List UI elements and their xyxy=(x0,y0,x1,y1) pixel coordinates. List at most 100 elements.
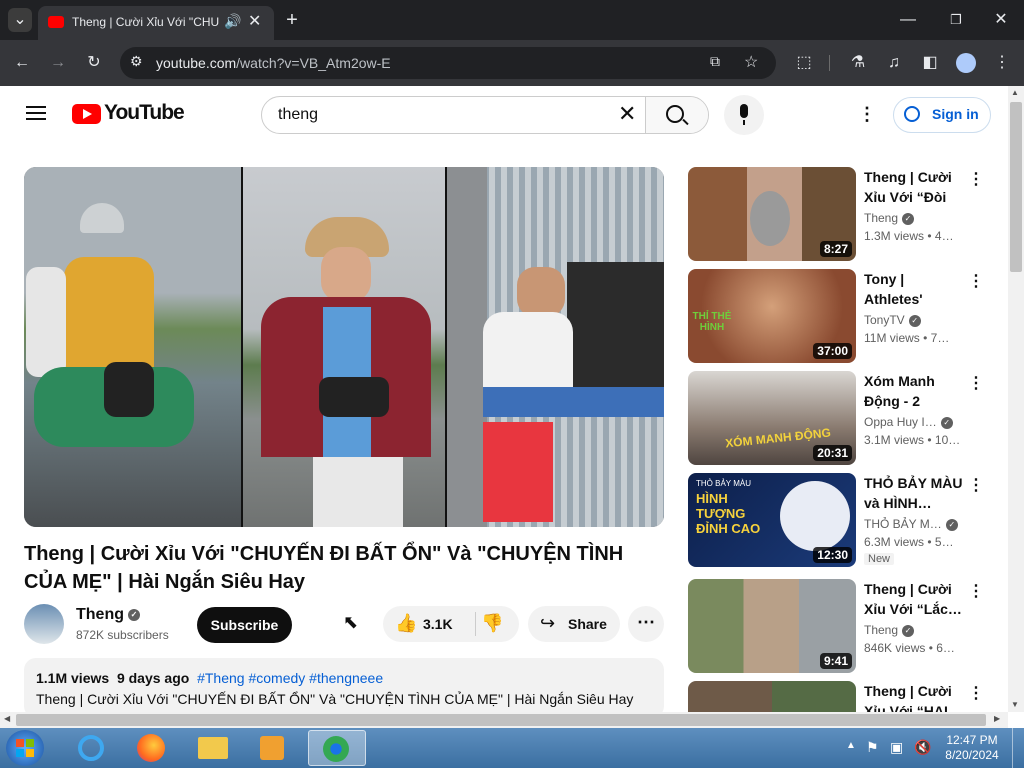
rec-more-icon[interactable]: ⋮ xyxy=(968,683,984,703)
taskbar-clock[interactable]: 12:47 PM 8/20/2024 xyxy=(942,733,1002,763)
thumb-overlay-text: THỈ THẺ HÌNH xyxy=(692,311,732,333)
address-url[interactable]: youtube.com/watch?v=VB_Atm2ow-E xyxy=(156,55,391,71)
search-button[interactable] xyxy=(645,97,708,133)
rec-age: 10… xyxy=(934,433,961,447)
recommendation-item[interactable]: XÓM MANH ĐỘNG 20:31 Xóm Manh Động - 2 Op… xyxy=(688,371,988,466)
sign-in-button[interactable]: Sign in xyxy=(893,97,991,133)
vertical-scroll-thumb[interactable] xyxy=(1010,102,1022,272)
show-desktop-button[interactable] xyxy=(1012,728,1024,768)
share-arrow-icon: ↪ xyxy=(540,613,556,633)
browser-tab[interactable]: Theng | Cười Xỉu Với "CHU 🔊 ✕ xyxy=(38,6,274,40)
back-button[interactable]: ← xyxy=(10,51,34,75)
settings-more-icon[interactable]: ⋮ xyxy=(858,104,876,125)
share-button[interactable]: ↪ Share xyxy=(528,606,620,642)
tab-close-icon[interactable]: ✕ xyxy=(248,11,261,31)
thumbnail[interactable]: THỈ THẺ HÌNH 37:00 xyxy=(688,269,856,363)
description-box[interactable]: 1.1M views 9 days ago #Theng #comedy #th… xyxy=(24,658,664,718)
rec-more-icon[interactable]: ⋮ xyxy=(968,373,984,393)
rec-meta: 1.3M views • 4… xyxy=(864,229,954,243)
recommendation-item[interactable]: 9:41 Theng | Cười Xỉu Với “Lắc… Theng ✓ 8… xyxy=(688,579,988,674)
window-minimize-button[interactable]: — xyxy=(896,8,920,32)
start-button[interactable] xyxy=(6,730,44,766)
guide-menu-icon[interactable] xyxy=(26,102,46,124)
like-count: 3.1K xyxy=(423,616,453,632)
network-icon[interactable]: ▣ xyxy=(890,739,903,756)
reload-button[interactable]: ↻ xyxy=(82,51,106,75)
recommendation-item[interactable]: THỈ THẺ HÌNH 37:00 Tony | Athletes' Musc… xyxy=(688,269,988,364)
rec-meta: 846K views • 6… xyxy=(864,641,955,655)
recommendation-item[interactable]: THỎ BẢY MÀU HÌNH TƯỢNG ĐỈNH CAO 12:30 TH… xyxy=(688,473,988,568)
video-player[interactable] xyxy=(24,167,664,527)
chrome-taskbar-button[interactable] xyxy=(308,730,366,766)
bookmark-star-icon[interactable]: ☆ xyxy=(744,52,758,72)
window-restore-button[interactable]: ❐ xyxy=(944,8,968,32)
verified-check-icon: ✓ xyxy=(902,624,915,637)
rec-channel-text: Theng xyxy=(864,623,899,637)
thumbnail[interactable]: THỎ BẢY MÀU HÌNH TƯỢNG ĐỈNH CAO 12:30 xyxy=(688,473,856,567)
horizontal-scroll-thumb[interactable] xyxy=(16,714,986,726)
recommendation-item[interactable]: 8:27 Theng | Cười Xỉu Với “Đòi Đ… Theng✓… xyxy=(688,167,988,262)
rec-more-icon[interactable]: ⋮ xyxy=(968,169,984,189)
internet-explorer-icon[interactable] xyxy=(66,731,116,765)
channel-name[interactable]: Theng ✓ xyxy=(76,606,140,624)
youtube-logo-icon[interactable] xyxy=(72,104,101,124)
rec-more-icon[interactable]: ⋮ xyxy=(968,271,984,291)
volume-muted-icon[interactable]: 🔇 xyxy=(914,739,931,756)
channel-name-text: Theng xyxy=(76,606,124,623)
view-count: 1.1M views xyxy=(36,670,110,686)
thumbnail[interactable] xyxy=(688,681,856,712)
thumbs-down-icon[interactable]: 👎 xyxy=(481,613,503,634)
install-app-icon[interactable]: ⧉ xyxy=(710,53,720,70)
show-hidden-icons-icon[interactable]: ▲ xyxy=(846,740,856,751)
search-input[interactable]: theng xyxy=(278,106,318,124)
video-scene-left xyxy=(24,167,241,527)
subscribe-button[interactable]: Subscribe xyxy=(197,607,292,643)
thumbnail[interactable]: 8:27 xyxy=(688,167,856,261)
thumb-overlay-text: HÌNH TƯỢNG ĐỈNH CAO xyxy=(696,491,761,536)
search-box[interactable]: theng ✕ xyxy=(261,96,709,134)
channel-avatar[interactable] xyxy=(24,604,64,644)
thumbnail[interactable]: 9:41 xyxy=(688,579,856,673)
more-actions-icon[interactable]: ⋯ xyxy=(628,606,664,642)
rec-age: 6… xyxy=(936,641,955,655)
clear-search-icon[interactable]: ✕ xyxy=(618,101,636,127)
scroll-right-arrow-icon[interactable]: ▶ xyxy=(994,714,1000,723)
forward-button[interactable]: → xyxy=(46,51,70,75)
video-scene-right xyxy=(447,167,664,527)
firefox-icon[interactable] xyxy=(126,731,176,765)
scroll-left-arrow-icon[interactable]: ◀ xyxy=(4,714,10,723)
rec-channel: TonyTV ✓ xyxy=(864,313,921,327)
recommendation-item[interactable]: Theng | Cười Xỉu Với “HAI… ⋮ xyxy=(688,681,988,712)
audio-playing-icon[interactable]: 🔊 xyxy=(224,13,241,30)
side-panel-icon[interactable]: ◧ xyxy=(918,51,942,75)
youtube-logo-text[interactable]: YouTube xyxy=(104,101,185,125)
profile-avatar-icon[interactable] xyxy=(956,53,976,73)
duration-badge: 37:00 xyxy=(813,343,852,359)
labs-flask-icon[interactable]: ⚗ xyxy=(846,51,870,75)
file-explorer-icon[interactable] xyxy=(188,731,238,765)
site-info-icon[interactable]: ⚙ xyxy=(130,53,143,70)
mouse-cursor-icon: ⬉ xyxy=(343,612,359,632)
media-player-icon[interactable] xyxy=(248,731,298,765)
clock-date: 8/20/2024 xyxy=(945,748,999,762)
youtube-favicon-icon xyxy=(48,16,64,28)
window-close-button[interactable]: ✕ xyxy=(989,8,1013,32)
like-button[interactable]: 👍 3.1K xyxy=(383,606,473,642)
new-badge: New xyxy=(864,553,895,565)
rec-views: 846K views xyxy=(864,641,926,655)
scroll-up-arrow-icon[interactable]: ▲ xyxy=(1011,88,1019,97)
new-tab-button[interactable]: + xyxy=(280,8,304,32)
rec-more-icon[interactable]: ⋮ xyxy=(968,581,984,601)
rec-more-icon[interactable]: ⋮ xyxy=(968,475,984,495)
thumbnail[interactable]: XÓM MANH ĐỘNG 20:31 xyxy=(688,371,856,465)
voice-search-button[interactable] xyxy=(724,95,764,135)
extensions-icon[interactable]: ⬚ xyxy=(792,51,816,75)
action-center-flag-icon[interactable]: ⚑ xyxy=(866,739,879,756)
tab-search-button[interactable]: ⌄ xyxy=(8,8,32,32)
hashtags[interactable]: #Theng #comedy #thengneee xyxy=(197,670,383,686)
media-control-icon[interactable]: ♫ xyxy=(882,51,906,75)
browser-menu-icon[interactable]: ⋮ xyxy=(990,51,1014,75)
address-bar[interactable]: ⚙ youtube.com/watch?v=VB_Atm2ow-E ⧉ ☆ xyxy=(120,47,776,79)
scroll-down-arrow-icon[interactable]: ▼ xyxy=(1011,700,1019,709)
verified-check-icon: ✓ xyxy=(945,518,958,531)
